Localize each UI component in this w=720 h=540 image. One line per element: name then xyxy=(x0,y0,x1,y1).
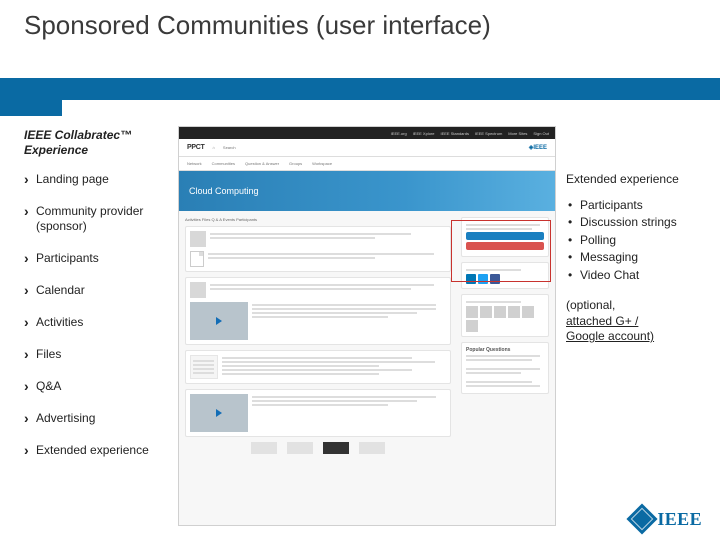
topbar-item: IEEE.org xyxy=(391,131,407,136)
app-screenshot: IEEE.org IEEE Xplore IEEE Standards IEEE… xyxy=(178,126,556,526)
shot-post xyxy=(185,226,451,272)
shot-ieee-logo: ◈IEEE xyxy=(529,144,547,151)
right-list: Participants Discussion strings Polling … xyxy=(566,197,694,284)
shot-tab: Question & Answer xyxy=(245,161,279,166)
left-item: Participants xyxy=(24,251,172,266)
header-bar xyxy=(0,78,720,100)
left-item: Files xyxy=(24,347,172,362)
shot-post xyxy=(185,277,451,345)
topbar-item: IEEE Xplore xyxy=(413,131,435,136)
right-item: Discussion strings xyxy=(566,214,694,231)
shot-navbar: PPCT ⌂ Search ◈IEEE xyxy=(179,139,555,157)
ieee-logo: IEEE xyxy=(631,508,702,530)
right-note: (optional, attached G+ / Google account) xyxy=(566,298,694,345)
members-box xyxy=(461,294,549,337)
topbar-item: IEEE Spectrum xyxy=(475,131,502,136)
cta-button-google xyxy=(466,232,544,240)
slide-header: Sponsored Communities (user interface) xyxy=(0,0,720,80)
shot-topbar: IEEE.org IEEE Xplore IEEE Standards IEEE… xyxy=(179,127,555,139)
mini-calendar xyxy=(190,355,218,379)
cta-box xyxy=(461,217,549,257)
left-column: IEEE Collabratec™ Experience Landing pag… xyxy=(0,124,178,540)
shot-main: Activities Files Q & A Events Participan… xyxy=(179,211,555,525)
right-item: Polling xyxy=(566,232,694,249)
play-icon xyxy=(216,409,222,417)
twitter-icon xyxy=(478,274,488,284)
left-heading: IEEE Collabratec™ Experience xyxy=(24,128,172,158)
pq-heading: Popular Questions xyxy=(466,347,544,353)
header-tab xyxy=(0,78,62,116)
shot-calendar xyxy=(185,350,451,384)
nav-home-icon: ⌂ xyxy=(212,145,214,150)
shot-banner: Cloud Computing xyxy=(179,171,555,211)
left-item: Activities xyxy=(24,315,172,330)
left-item: Advertising xyxy=(24,411,172,426)
avatar xyxy=(190,282,206,298)
shot-brand: PPCT xyxy=(187,144,204,151)
center-column: IEEE.org IEEE Xplore IEEE Standards IEEE… xyxy=(178,124,556,540)
left-item: Calendar xyxy=(24,283,172,298)
avatar xyxy=(190,231,206,247)
popular-questions: Popular Questions xyxy=(461,342,549,394)
shot-primary: Activities Files Q & A Events Participan… xyxy=(179,211,457,525)
video-thumb xyxy=(190,302,248,340)
right-item: Video Chat xyxy=(566,267,694,284)
shot-tab: Communities xyxy=(212,161,235,166)
shot-tab: Workspace xyxy=(312,161,332,166)
right-item: Participants xyxy=(566,197,694,214)
left-item: Landing page xyxy=(24,172,172,187)
nav-search: Search xyxy=(223,145,236,150)
topbar-item: Sign Out xyxy=(533,131,549,136)
slide-body: IEEE Collabratec™ Experience Landing pag… xyxy=(0,80,720,540)
shot-tab: Network xyxy=(187,161,202,166)
ieee-mark-icon xyxy=(627,503,658,534)
left-item: Q&A xyxy=(24,379,172,394)
ieee-logo-text: IEEE xyxy=(657,509,702,530)
left-list: Landing page Community provider (sponsor… xyxy=(24,172,172,458)
shot-subnav: Activities Files Q & A Events Participan… xyxy=(185,217,451,222)
right-item: Messaging xyxy=(566,249,694,266)
shot-sidebar: Popular Questions xyxy=(457,211,555,525)
linkedin-icon xyxy=(466,274,476,284)
slide-title: Sponsored Communities (user interface) xyxy=(24,10,720,41)
cta-button-hangouts xyxy=(466,242,544,250)
left-item: Extended experience xyxy=(24,443,172,458)
pdf-icon xyxy=(190,251,204,267)
topbar-item: More Sites xyxy=(508,131,527,136)
share-box xyxy=(461,262,549,289)
shot-tabs: Network Communities Question & Answer Gr… xyxy=(179,157,555,171)
shot-tab: Groups xyxy=(289,161,302,166)
facebook-icon xyxy=(490,274,500,284)
shot-post xyxy=(185,389,451,437)
right-column: Extended experience Participants Discuss… xyxy=(556,124,704,540)
right-heading: Extended experience xyxy=(566,172,694,187)
sponsor-logos xyxy=(185,442,451,454)
topbar-item: IEEE Standards xyxy=(440,131,468,136)
video-thumb xyxy=(190,394,248,432)
left-item: Community provider (sponsor) xyxy=(24,204,172,234)
play-icon xyxy=(216,317,222,325)
